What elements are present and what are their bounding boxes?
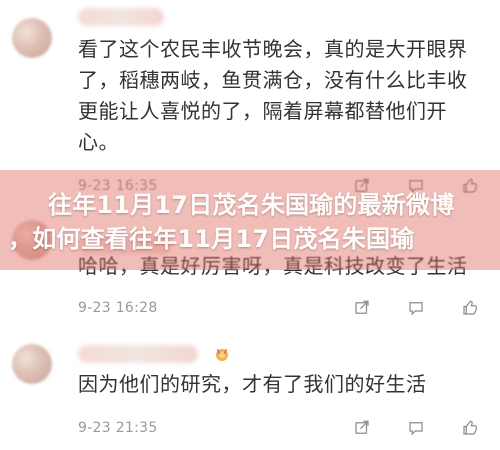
comment-text: 因为他们的研究，才有了我们的好生活 xyxy=(78,372,427,396)
user-avatar[interactable] xyxy=(12,344,52,384)
comment-1: 看了这个农民丰收节晚会，真的是大开眼界了，稻穗两岐，鱼贯满仓，没有什么比丰收更能… xyxy=(0,0,500,200)
comment-actions xyxy=(352,418,480,438)
user-avatar[interactable] xyxy=(12,18,52,58)
comment-3: 因为他们的研究，才有了我们的好生活 9-23 21:35 xyxy=(0,330,500,450)
share-icon[interactable] xyxy=(352,418,372,438)
comment-meta: 9-23 21:35 xyxy=(78,417,480,439)
comment-icon[interactable] xyxy=(406,418,426,438)
timestamp: 9-23 16:28 xyxy=(78,300,158,316)
comment-icon[interactable] xyxy=(406,298,426,318)
share-icon[interactable] xyxy=(352,298,372,318)
comment-text: 看了这个农民丰收节晚会，真的是大开眼界了，稻穗两岐，鱼贯满仓，没有什么比丰收更能… xyxy=(78,37,468,154)
blurred-username[interactable] xyxy=(78,8,164,26)
weibo-comment-page: 看了这个农民丰收节晚会，真的是大开眼界了，稻穗两岐，鱼贯满仓，没有什么比丰收更能… xyxy=(0,0,500,450)
blurred-username[interactable] xyxy=(78,345,198,363)
medal-icon xyxy=(213,346,231,364)
like-icon[interactable] xyxy=(460,418,480,438)
comment-actions xyxy=(352,298,480,318)
headline-overlay: 往年11月17日茂名朱国瑜的最新微博 ，如何查看往年11月17日茂名朱国瑜 xyxy=(0,188,500,256)
timestamp: 9-23 21:35 xyxy=(78,420,158,436)
headline-line-1: 往年11月17日茂名朱国瑜的最新微博 xyxy=(48,191,455,219)
like-icon[interactable] xyxy=(460,298,480,318)
headline-line-2: ，如何查看往年11月17日茂名朱国瑜 xyxy=(8,225,415,253)
comment-meta: 9-23 16:28 xyxy=(78,297,480,319)
